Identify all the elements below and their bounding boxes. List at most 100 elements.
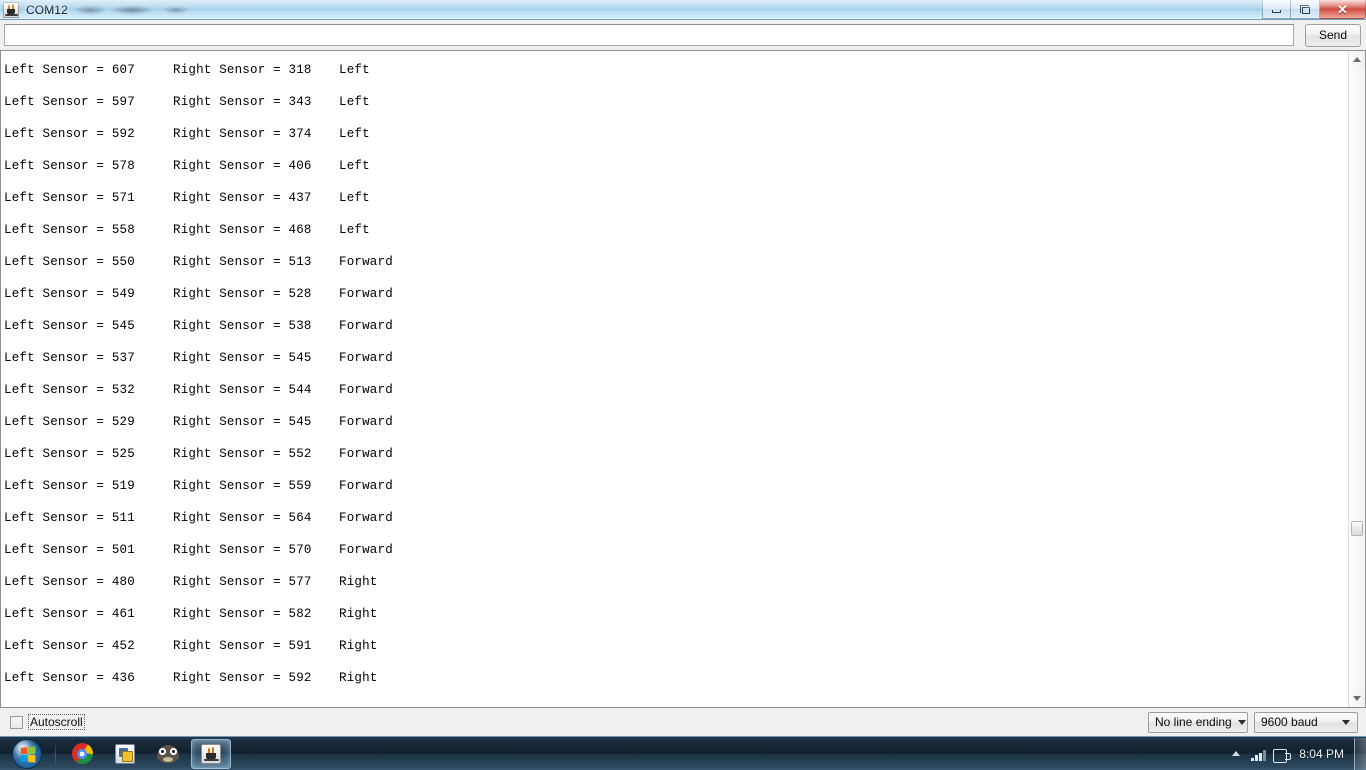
left-sensor-value: Left Sensor = 558 (4, 223, 135, 237)
right-sensor-value: Right Sensor = 582 (173, 607, 312, 621)
scroll-down-button[interactable] (1349, 690, 1365, 707)
left-sensor-value: Left Sensor = 511 (4, 511, 135, 525)
baud-rate-dropdown[interactable]: 9600 baud (1254, 711, 1358, 733)
right-sensor-value: Right Sensor = 318 (173, 63, 312, 77)
serial-output-line: Left Sensor = 545 Right Sensor = 538 Forwa… (4, 310, 1348, 342)
serial-output-line: Left Sensor = 480 Right Sensor = 577 Right (4, 566, 1348, 598)
left-sensor-value: Left Sensor = 519 (4, 479, 135, 493)
window-title-redacted-region (75, 3, 192, 16)
scroll-down-icon (1353, 696, 1361, 701)
right-sensor-value: Right Sensor = 406 (173, 159, 312, 173)
close-icon: ✕ (1337, 1, 1348, 17)
left-sensor-value: Left Sensor = 480 (4, 575, 135, 589)
left-sensor-value: Left Sensor = 578 (4, 159, 135, 173)
output-scrollbar[interactable] (1348, 51, 1365, 707)
left-sensor-value: Left Sensor = 532 (4, 383, 135, 397)
taskbar-item-app[interactable] (105, 739, 145, 769)
power-button[interactable] (1269, 739, 1292, 769)
right-sensor-value: Right Sensor = 592 (173, 671, 312, 685)
scrollbar-track[interactable] (1349, 68, 1365, 690)
scroll-up-button[interactable] (1349, 51, 1365, 68)
left-sensor-value: Left Sensor = 452 (4, 639, 135, 653)
direction-value: Left (339, 127, 370, 141)
title-bar[interactable]: COM12 ✕ (0, 0, 1366, 20)
left-sensor-value: Left Sensor = 525 (4, 447, 135, 461)
direction-value: Forward (339, 543, 393, 557)
send-button[interactable]: Send (1305, 23, 1361, 47)
serial-output-line: Left Sensor = 578 Right Sensor = 406 Left (4, 150, 1348, 182)
command-input[interactable] (4, 24, 1294, 46)
direction-value: Forward (339, 415, 393, 429)
direction-value: Left (339, 223, 370, 237)
chevron-down-icon (1342, 719, 1350, 725)
serial-output-line: Left Sensor = 537 Right Sensor = 545 Forwa… (4, 342, 1348, 374)
window-controls: ✕ (1262, 0, 1366, 19)
direction-value: Left (339, 63, 370, 77)
direction-value: Left (339, 191, 370, 205)
left-sensor-value: Left Sensor = 549 (4, 287, 135, 301)
serial-output-line: Left Sensor = 549 Right Sensor = 528 Forwa… (4, 278, 1348, 310)
taskbar-item-serial-monitor[interactable] (191, 738, 231, 769)
direction-value: Left (339, 159, 370, 173)
network-button[interactable] (1247, 739, 1269, 769)
clock[interactable]: 8:04 PM (1291, 747, 1354, 761)
line-ending-dropdown[interactable]: No line ending (1148, 711, 1248, 733)
scrollbar-thumb[interactable] (1351, 521, 1363, 536)
serial-output-line: Left Sensor = 525 Right Sensor = 552 Forwa… (4, 438, 1348, 470)
right-sensor-value: Right Sensor = 437 (173, 191, 312, 205)
serial-output-line: Left Sensor = 452 Right Sensor = 591 Right (4, 630, 1348, 662)
serial-output-line: Left Sensor = 571 Right Sensor = 437 Left (4, 182, 1348, 214)
right-sensor-value: Right Sensor = 591 (173, 639, 312, 653)
send-row: Send (0, 20, 1366, 50)
left-sensor-value: Left Sensor = 597 (4, 95, 135, 109)
direction-value: Right (339, 575, 378, 589)
serial-output-line: Left Sensor = 529 Right Sensor = 545 Forwa… (4, 406, 1348, 438)
direction-value: Forward (339, 351, 393, 365)
taskbar-item-chrome[interactable] (62, 739, 102, 769)
direction-value: Forward (339, 511, 393, 525)
serial-output-line: Left Sensor = 558 Right Sensor = 468 Left (4, 214, 1348, 246)
close-button[interactable]: ✕ (1320, 0, 1366, 19)
direction-value: Right (339, 671, 378, 685)
serial-output-line: Left Sensor = 592 Right Sensor = 374 Left (4, 118, 1348, 150)
autoscroll-checkbox-group[interactable]: Autoscroll (10, 714, 85, 730)
left-sensor-value: Left Sensor = 571 (4, 191, 135, 205)
network-signal-icon (1251, 750, 1266, 761)
direction-value: Forward (339, 479, 393, 493)
left-sensor-value: Left Sensor = 592 (4, 127, 135, 141)
serial-output-line: Left Sensor = 511 Right Sensor = 564 Forwa… (4, 502, 1348, 534)
start-button[interactable] (2, 738, 52, 770)
serial-monitor-window: COM12 ✕ Send Left Sensor = 607 Right Sens… (0, 0, 1366, 736)
direction-value: Right (339, 607, 378, 621)
show-hidden-icons-button[interactable] (1225, 739, 1247, 769)
right-sensor-value: Right Sensor = 538 (173, 319, 312, 333)
right-sensor-value: Right Sensor = 528 (173, 287, 312, 301)
serial-output-text[interactable]: Left Sensor = 607 Right Sensor = 318 Left L… (1, 51, 1348, 707)
system-tray: 8:04 PM (1225, 737, 1366, 770)
show-hidden-icons-icon (1232, 751, 1241, 756)
serial-output-line: Left Sensor = 501 Right Sensor = 570 Forwa… (4, 534, 1348, 566)
direction-value: Forward (339, 447, 393, 461)
autoscroll-checkbox[interactable] (10, 715, 23, 729)
direction-value: Forward (339, 255, 393, 269)
left-sensor-value: Left Sensor = 436 (4, 671, 135, 685)
restore-icon (1300, 4, 1310, 14)
taskbar-item-gimp[interactable] (148, 739, 188, 769)
java-icon (201, 743, 221, 764)
show-desktop-button[interactable] (1354, 737, 1366, 770)
right-sensor-value: Right Sensor = 468 (173, 223, 312, 237)
minimize-button[interactable] (1262, 0, 1291, 19)
restore-button[interactable] (1291, 0, 1320, 19)
serial-output-line: Left Sensor = 519 Right Sensor = 559 Forwa… (4, 470, 1348, 502)
right-sensor-value: Right Sensor = 564 (173, 511, 312, 525)
window-title: COM12 (26, 2, 68, 17)
java-coffee-cup-icon (3, 1, 19, 18)
chevron-down-icon (1237, 719, 1246, 725)
chrome-icon (71, 743, 93, 764)
left-sensor-value: Left Sensor = 607 (4, 63, 135, 77)
right-sensor-value: Right Sensor = 577 (173, 575, 312, 589)
direction-value: Forward (339, 383, 393, 397)
left-sensor-value: Left Sensor = 550 (4, 255, 135, 269)
taskbar-divider (55, 740, 56, 767)
left-sensor-value: Left Sensor = 461 (4, 607, 135, 621)
